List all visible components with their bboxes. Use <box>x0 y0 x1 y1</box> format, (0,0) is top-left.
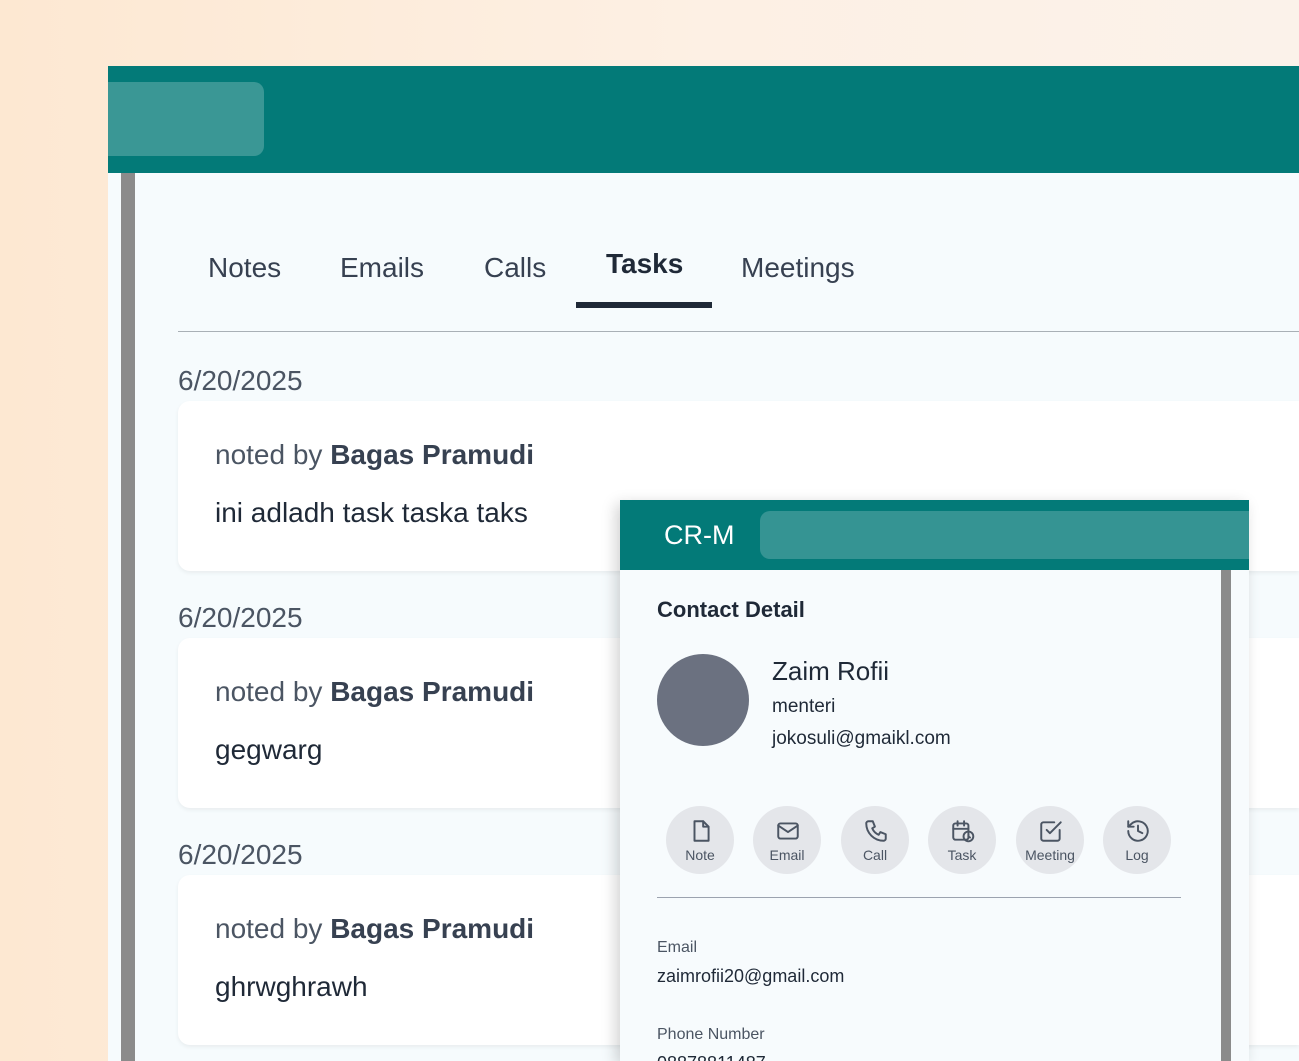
task-button[interactable]: Task <box>928 806 996 874</box>
action-label: Meeting <box>1025 847 1075 863</box>
contact-detail-window: CR-M Contact Detail Zaim Rofii menteri j… <box>620 500 1249 1061</box>
note-button[interactable]: Note <box>666 806 734 874</box>
task-noted-by: noted by Bagas Pramudi <box>215 676 534 708</box>
phone-field-label: Phone Number <box>657 1026 765 1043</box>
email-button[interactable]: Email <box>753 806 821 874</box>
contact-name: Zaim Rofii <box>772 656 890 686</box>
contact-email: jokosuli@gmaikl.com <box>772 728 951 749</box>
log-button[interactable]: Log <box>1103 806 1171 874</box>
meeting-button[interactable]: Meeting <box>1016 806 1084 874</box>
task-author: Bagas Pramudi <box>330 439 535 470</box>
task-text: ghrwghrawh <box>215 971 368 1002</box>
tab-notes[interactable]: Notes <box>208 236 281 300</box>
right-scrollbar[interactable] <box>1221 570 1231 1061</box>
contact-role: menteri <box>772 696 836 717</box>
task-noted-by: noted by Bagas Pramudi <box>215 913 534 945</box>
note-icon <box>693 820 710 842</box>
tab-meetings[interactable]: Meetings <box>741 236 855 300</box>
app-title: CR-M <box>664 520 735 550</box>
noted-by-prefix: noted by <box>215 439 331 470</box>
detail-divider <box>657 897 1181 898</box>
task-date: 6/20/2025 <box>178 365 303 396</box>
header-search-box[interactable] <box>760 511 1249 559</box>
avatar <box>657 654 749 746</box>
action-label: Log <box>1125 847 1149 863</box>
meeting-check-icon <box>1040 821 1062 842</box>
noted-by-prefix: noted by <box>215 676 331 707</box>
action-label: Note <box>685 847 715 863</box>
action-label: Email <box>769 847 805 863</box>
task-calendar-icon <box>952 820 975 843</box>
task-author: Bagas Pramudi <box>330 913 535 944</box>
action-label: Task <box>947 847 977 863</box>
left-scrollbar[interactable] <box>121 173 135 1061</box>
tabs-divider <box>178 331 1299 332</box>
call-button[interactable]: Call <box>841 806 909 874</box>
task-noted-by: noted by Bagas Pramudi <box>215 439 534 471</box>
phone-field-value: 08878811487 <box>657 1053 766 1061</box>
main-header <box>108 66 1299 173</box>
tab-calls[interactable]: Calls <box>484 236 546 300</box>
tab-emails[interactable]: Emails <box>340 236 424 300</box>
section-title: Contact Detail <box>657 597 805 622</box>
email-icon <box>777 822 799 840</box>
active-tab-indicator <box>576 302 712 308</box>
history-icon <box>1127 820 1149 842</box>
action-label: Call <box>862 847 888 863</box>
contact-window-header: CR-M <box>620 500 1249 570</box>
tab-tasks[interactable]: Tasks <box>606 232 683 296</box>
header-search-box[interactable] <box>108 82 264 156</box>
task-text: gegwarg <box>215 734 323 765</box>
phone-icon <box>865 820 887 842</box>
task-text: ini adladh task taska taks <box>215 497 528 528</box>
email-field-label: Email <box>657 939 698 956</box>
noted-by-prefix: noted by <box>215 913 331 944</box>
email-field-value: zaimrofii20@gmail.com <box>657 966 845 986</box>
task-author: Bagas Pramudi <box>330 676 535 707</box>
